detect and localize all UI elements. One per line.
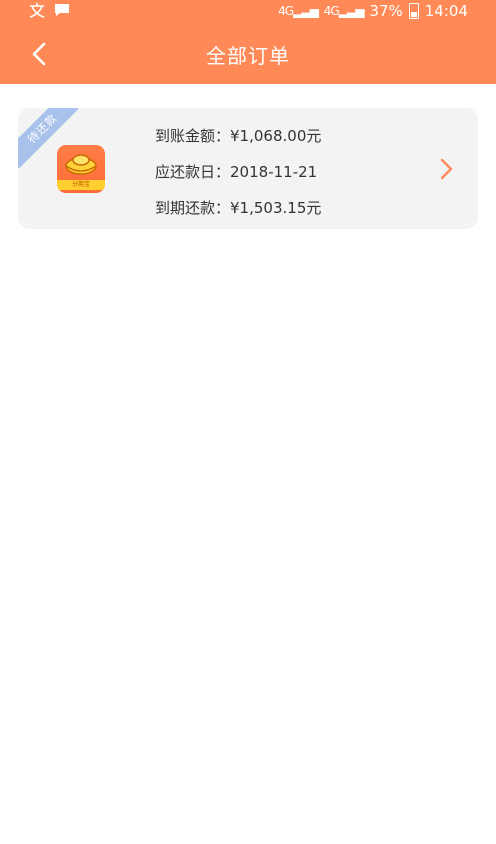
gold-ingot-icon xyxy=(65,154,97,175)
signal-1-indicator: 4G▂▃▅ xyxy=(278,4,319,18)
page-title: 全部订单 xyxy=(206,44,290,68)
order-card[interactable]: 待还款 分期宝 到账金额：¥1,068.00元 应还款日：2018-11-21 … xyxy=(18,108,478,229)
chat-bubble-icon xyxy=(55,4,69,16)
repay-amount-value: ¥1,503.15元 xyxy=(230,199,322,217)
arrival-amount-row: 到账金额：¥1,068.00元 xyxy=(155,125,321,146)
battery-percent: 37% xyxy=(369,2,403,20)
app-icon: 分期宝 xyxy=(57,145,105,193)
arrival-amount-value: ¥1,068.00元 xyxy=(230,127,322,145)
due-date-row: 应还款日：2018-11-21 xyxy=(155,161,317,182)
repay-amount-label: 到期还款： xyxy=(155,199,231,217)
repay-amount-row: 到期还款：¥1,503.15元 xyxy=(155,197,321,218)
due-date-label: 应还款日： xyxy=(155,163,231,181)
ime-icon xyxy=(29,3,45,18)
battery-icon xyxy=(408,3,419,19)
status-bar: 4G▂▃▅ 4G▂▃▅ 37% 14:04 xyxy=(0,0,496,24)
signal-2-indicator: 4G▂▃▅ xyxy=(323,4,365,18)
clock: 14:04 xyxy=(424,2,468,20)
app-header: 全部订单 xyxy=(0,24,496,84)
due-date-value: 2018-11-21 xyxy=(230,163,318,181)
app-icon-label: 分期宝 xyxy=(57,180,105,190)
arrival-amount-label: 到账金额： xyxy=(155,127,231,145)
chevron-right-icon[interactable] xyxy=(438,156,456,182)
